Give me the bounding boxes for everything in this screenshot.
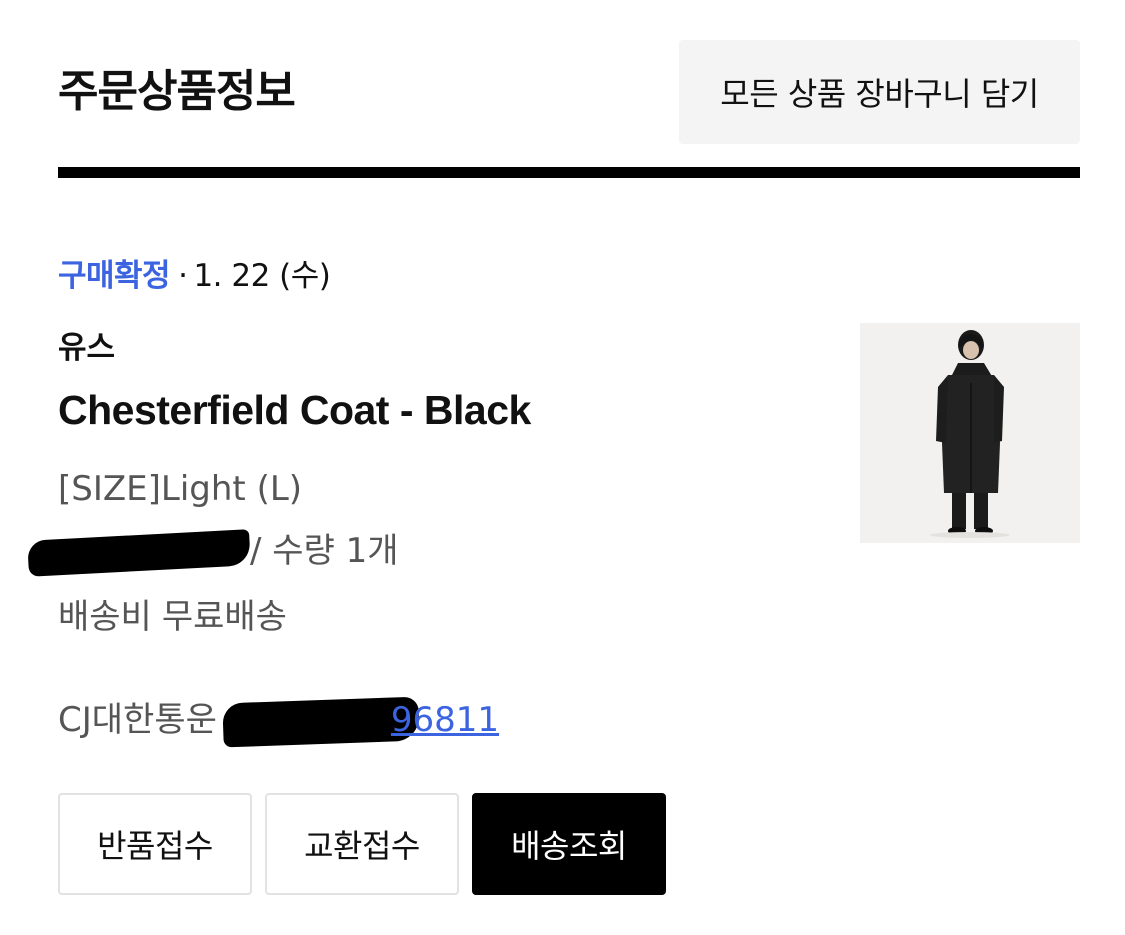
quantity-text: / 수량 1개 [250,531,399,571]
model-in-black-coat-photo [860,323,1080,543]
shipping-fee-value: 무료배송 [161,597,287,637]
redacted-price [27,528,251,577]
header-divider [58,167,1080,178]
track-delivery-button[interactable]: 배송조회 [472,793,666,895]
exchange-request-button[interactable]: 교환접수 [265,793,459,895]
status-separator: · [178,258,188,294]
page-title: 주문상품정보 [58,66,296,117]
shipping-info: 배송비 무료배송 [58,594,287,640]
redacted-tracking-number [222,696,420,747]
product-name[interactable]: Chesterfield Coat - Black [58,382,531,438]
tracking-number-link[interactable]: 96811 [222,696,500,747]
order-status-line: 구매확정 · 1. 22 (수) [58,254,331,298]
tracking-info: CJ대한통운 96811 [58,696,500,747]
brand-name[interactable]: 유스 [58,326,115,370]
order-date: 1. 22 (수) [193,258,331,294]
carrier-name: CJ대한통운 [58,700,217,740]
product-image[interactable] [860,323,1080,543]
product-option: [SIZE]Light (L) [58,469,303,509]
return-request-button[interactable]: 반품접수 [58,793,252,895]
price-quantity-line: / 수량 1개 [27,528,399,577]
add-all-to-cart-button[interactable]: 모든 상품 장바구니 담기 [679,40,1080,144]
shipping-fee-label: 배송비 [58,597,152,637]
order-status-label: 구매확정 [58,258,171,294]
tracking-number-suffix: 96811 [390,700,500,740]
